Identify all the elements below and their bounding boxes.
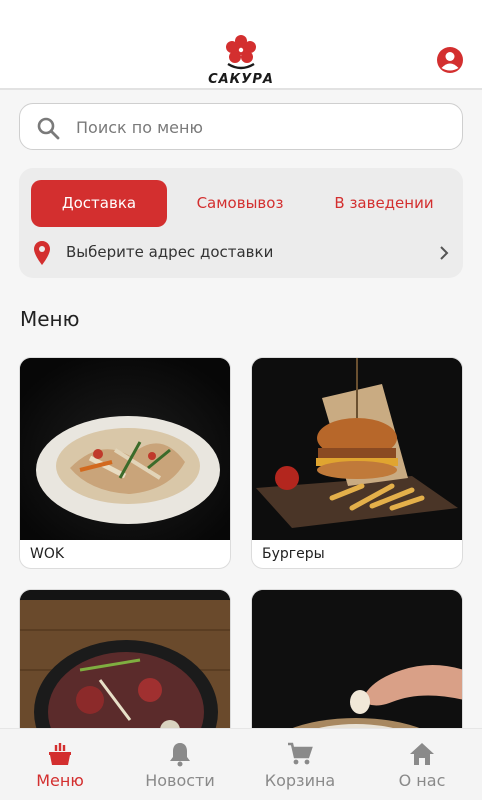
nav-label: Меню [36, 771, 84, 790]
search-input[interactable] [76, 114, 446, 140]
logo-text: САКУРА [208, 72, 274, 87]
cart-icon [288, 742, 313, 765]
address-prompt-label: Выберите адрес доставки [66, 243, 274, 261]
delivery-address-selector[interactable]: Выберите адрес доставки [19, 236, 463, 270]
app-logo: САКУРА [195, 34, 287, 88]
bottom-navigation: Меню Новости Корзина О нас [0, 728, 482, 800]
home-icon [410, 743, 434, 765]
chevron-right-icon [440, 246, 449, 260]
nav-item-news[interactable]: Новости [120, 729, 240, 800]
bell-icon [170, 743, 190, 767]
category-image-wok [20, 358, 230, 540]
sakura-flower-icon [226, 35, 256, 70]
nav-item-cart[interactable]: Корзина [240, 729, 360, 800]
tab-in-restaurant[interactable]: В заведении [319, 180, 449, 227]
app-header: САКУРА [0, 28, 482, 90]
category-name: WOK [30, 546, 65, 562]
search-bar[interactable] [19, 103, 463, 150]
nav-label: Новости [145, 771, 215, 790]
location-pin-icon [34, 241, 50, 265]
category-card-wok[interactable]: WOK [19, 357, 231, 569]
user-profile-icon [437, 47, 463, 73]
nav-item-about[interactable]: О нас [362, 729, 482, 800]
category-name: Бургеры [262, 546, 325, 562]
category-image-burgers [252, 358, 462, 540]
order-mode-panel: Доставка Самовывоз В заведении Выберите … [19, 168, 463, 278]
tab-pickup[interactable]: Самовывоз [181, 180, 299, 227]
status-bar [0, 0, 482, 28]
profile-button[interactable] [436, 46, 464, 74]
menu-section-title: Меню [20, 307, 80, 331]
category-card-burgers[interactable]: Бургеры [251, 357, 463, 569]
menu-food-icon [49, 743, 71, 765]
tab-delivery[interactable]: Доставка [31, 180, 167, 227]
search-icon [37, 117, 60, 140]
nav-label: Корзина [264, 771, 336, 790]
nav-item-menu[interactable]: Меню [0, 729, 120, 800]
nav-label: О нас [398, 771, 446, 790]
